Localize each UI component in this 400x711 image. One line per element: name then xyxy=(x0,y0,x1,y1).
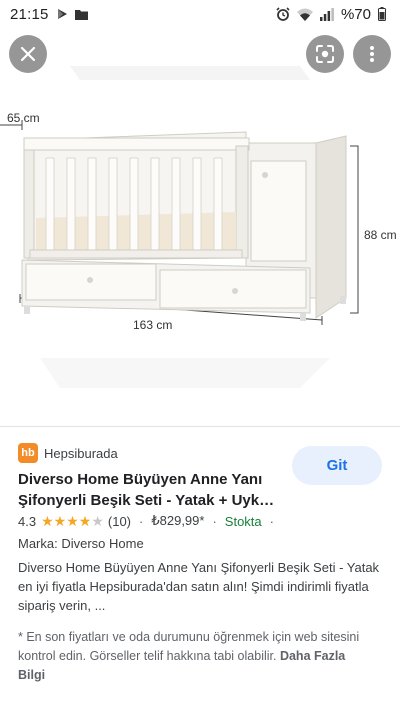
status-right: %70 xyxy=(276,6,386,23)
product-title-line2: Şifonyerli Beşik Seti - Yatak + Uyk… xyxy=(18,492,275,509)
status-bar: 21:15 %70 xyxy=(0,0,400,28)
product-title[interactable]: Diverso Home Büyüyen Anne Yanı Şifonyerl… xyxy=(18,469,288,511)
more-options-button[interactable] xyxy=(353,35,391,73)
star-icon: ★ xyxy=(66,513,79,529)
separator-dot: · xyxy=(269,513,274,529)
disclaimer: * En son fiyatları ve oda durumunu öğren… xyxy=(18,628,368,685)
battery-percentage: %70 xyxy=(340,5,371,23)
alarm-icon xyxy=(276,7,290,21)
signal-icon xyxy=(319,7,334,21)
length-dimension-label: 163 cm xyxy=(133,318,173,332)
lens-icon xyxy=(316,45,334,63)
product-image xyxy=(0,66,359,388)
source-row[interactable]: hb Hepsiburada xyxy=(18,443,118,463)
rating-value: 4.3 xyxy=(18,513,37,529)
source-name: Hepsiburada xyxy=(44,445,118,461)
lens-search-button[interactable] xyxy=(306,35,344,73)
star-icon: ★ xyxy=(78,513,92,529)
product-sheet: hb Hepsiburada Git Diverso Home Büyüyen … xyxy=(0,427,400,711)
separator-dot: · xyxy=(139,513,144,529)
star-icon: ★ xyxy=(53,513,67,529)
star-rating: ★ ★ ★ ★ ★ xyxy=(41,514,104,528)
height-dimension-label: 88 cm xyxy=(364,228,397,242)
review-count: (10) xyxy=(107,513,132,529)
width-dimension-label: 65 cm xyxy=(7,111,40,125)
status-time: 21:15 xyxy=(10,5,49,23)
product-title-line1: Diverso Home Büyüyen Anne Yanı xyxy=(18,471,263,488)
image-preview[interactable]: 65 cm 88 cm 163 cm xyxy=(0,28,400,426)
wifi-icon xyxy=(296,8,313,21)
separator-dot: · xyxy=(212,513,217,529)
stock-status: Stokta xyxy=(224,513,262,529)
visit-button[interactable]: Git xyxy=(292,446,382,485)
brand-line: Marka: Diverso Home xyxy=(18,536,144,551)
rating-price-row: 4.3 ★ ★ ★ ★ ★ (10) · ₺829,99* · Stokta · xyxy=(18,513,282,529)
star-empty-icon: ★ xyxy=(91,513,104,529)
folder-icon xyxy=(74,9,88,20)
play-store-icon xyxy=(56,8,68,20)
source-logo: hb xyxy=(18,443,38,463)
star-icon: ★ xyxy=(41,513,54,529)
more-vert-icon xyxy=(370,46,374,62)
status-left: 21:15 xyxy=(10,6,88,23)
battery-icon xyxy=(378,7,386,21)
price: ₺829,99* xyxy=(151,513,205,528)
close-icon xyxy=(20,46,36,62)
close-button[interactable] xyxy=(9,35,47,73)
product-description: Diverso Home Büyüyen Anne Yanı Şifonyerl… xyxy=(18,560,380,613)
